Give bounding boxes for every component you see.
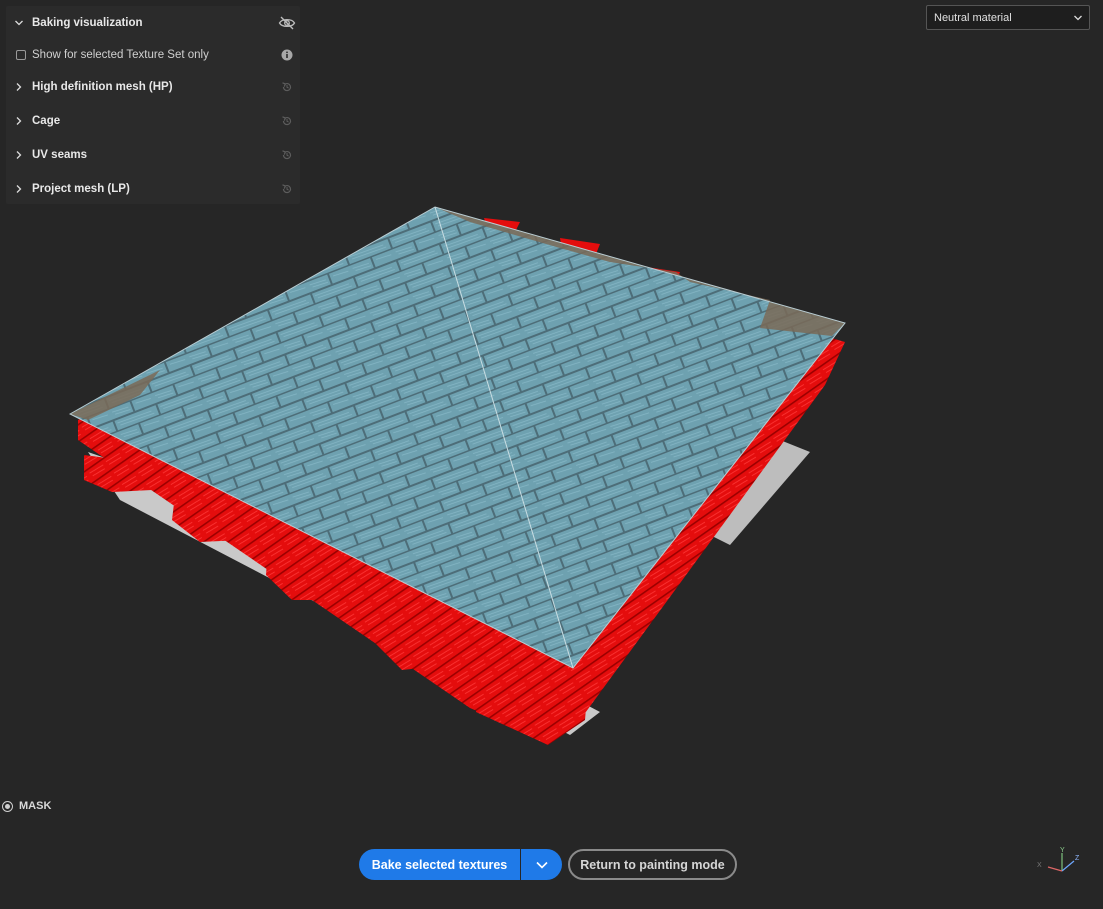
option-label: Show for selected Texture Set only bbox=[32, 49, 209, 61]
chevron-right-icon[interactable] bbox=[6, 150, 32, 160]
return-to-painting-mode-button[interactable]: Return to painting mode bbox=[568, 849, 737, 880]
section-cage[interactable]: Cage bbox=[6, 106, 300, 136]
chevron-down-icon bbox=[1067, 13, 1089, 23]
chevron-right-icon[interactable] bbox=[6, 82, 32, 92]
chevron-down-icon[interactable] bbox=[6, 18, 32, 28]
section-uv-seams[interactable]: UV seams bbox=[6, 140, 300, 170]
section-label: High definition mesh (HP) bbox=[32, 81, 173, 93]
reset-icon[interactable] bbox=[274, 183, 300, 195]
project-mesh-surface bbox=[70, 207, 845, 668]
info-icon[interactable] bbox=[274, 49, 300, 61]
mask-label: MASK bbox=[19, 800, 52, 812]
axis-label-y: Y bbox=[1060, 847, 1065, 854]
reset-icon[interactable] bbox=[274, 81, 300, 93]
reset-icon[interactable] bbox=[274, 149, 300, 161]
axis-gizmo: Y Z X bbox=[1037, 847, 1080, 872]
panel-title: Baking visualization bbox=[32, 17, 143, 29]
section-high-definition-mesh[interactable]: High definition mesh (HP) bbox=[6, 72, 300, 102]
chevron-down-icon bbox=[535, 861, 548, 869]
mask-toggle[interactable]: MASK bbox=[2, 800, 51, 812]
bake-button-group: Bake selected textures bbox=[359, 849, 562, 880]
reset-icon[interactable] bbox=[274, 115, 300, 127]
mask-radio-icon[interactable] bbox=[2, 800, 13, 812]
selected-texture-set-option[interactable]: Show for selected Texture Set only bbox=[6, 40, 300, 70]
panel-header[interactable]: Baking visualization bbox=[6, 8, 300, 38]
axis-label-z: Z bbox=[1075, 855, 1080, 862]
section-label: Project mesh (LP) bbox=[32, 183, 130, 195]
axis-label-x: X bbox=[1037, 862, 1042, 869]
material-dropdown[interactable]: Neutral material bbox=[926, 5, 1090, 30]
baking-visualization-panel: Baking visualization Show for selected T… bbox=[6, 6, 300, 204]
selected-texture-set-checkbox[interactable] bbox=[16, 50, 26, 60]
section-project-mesh[interactable]: Project mesh (LP) bbox=[6, 174, 300, 204]
section-label: UV seams bbox=[32, 149, 87, 161]
material-dropdown-value: Neutral material bbox=[934, 11, 1012, 24]
bake-options-button[interactable] bbox=[521, 849, 562, 880]
chevron-right-icon[interactable] bbox=[6, 184, 32, 194]
bake-selected-textures-button[interactable]: Bake selected textures bbox=[359, 849, 520, 880]
eye-off-icon[interactable] bbox=[274, 16, 300, 30]
chevron-right-icon[interactable] bbox=[6, 116, 32, 126]
section-label: Cage bbox=[32, 115, 61, 127]
